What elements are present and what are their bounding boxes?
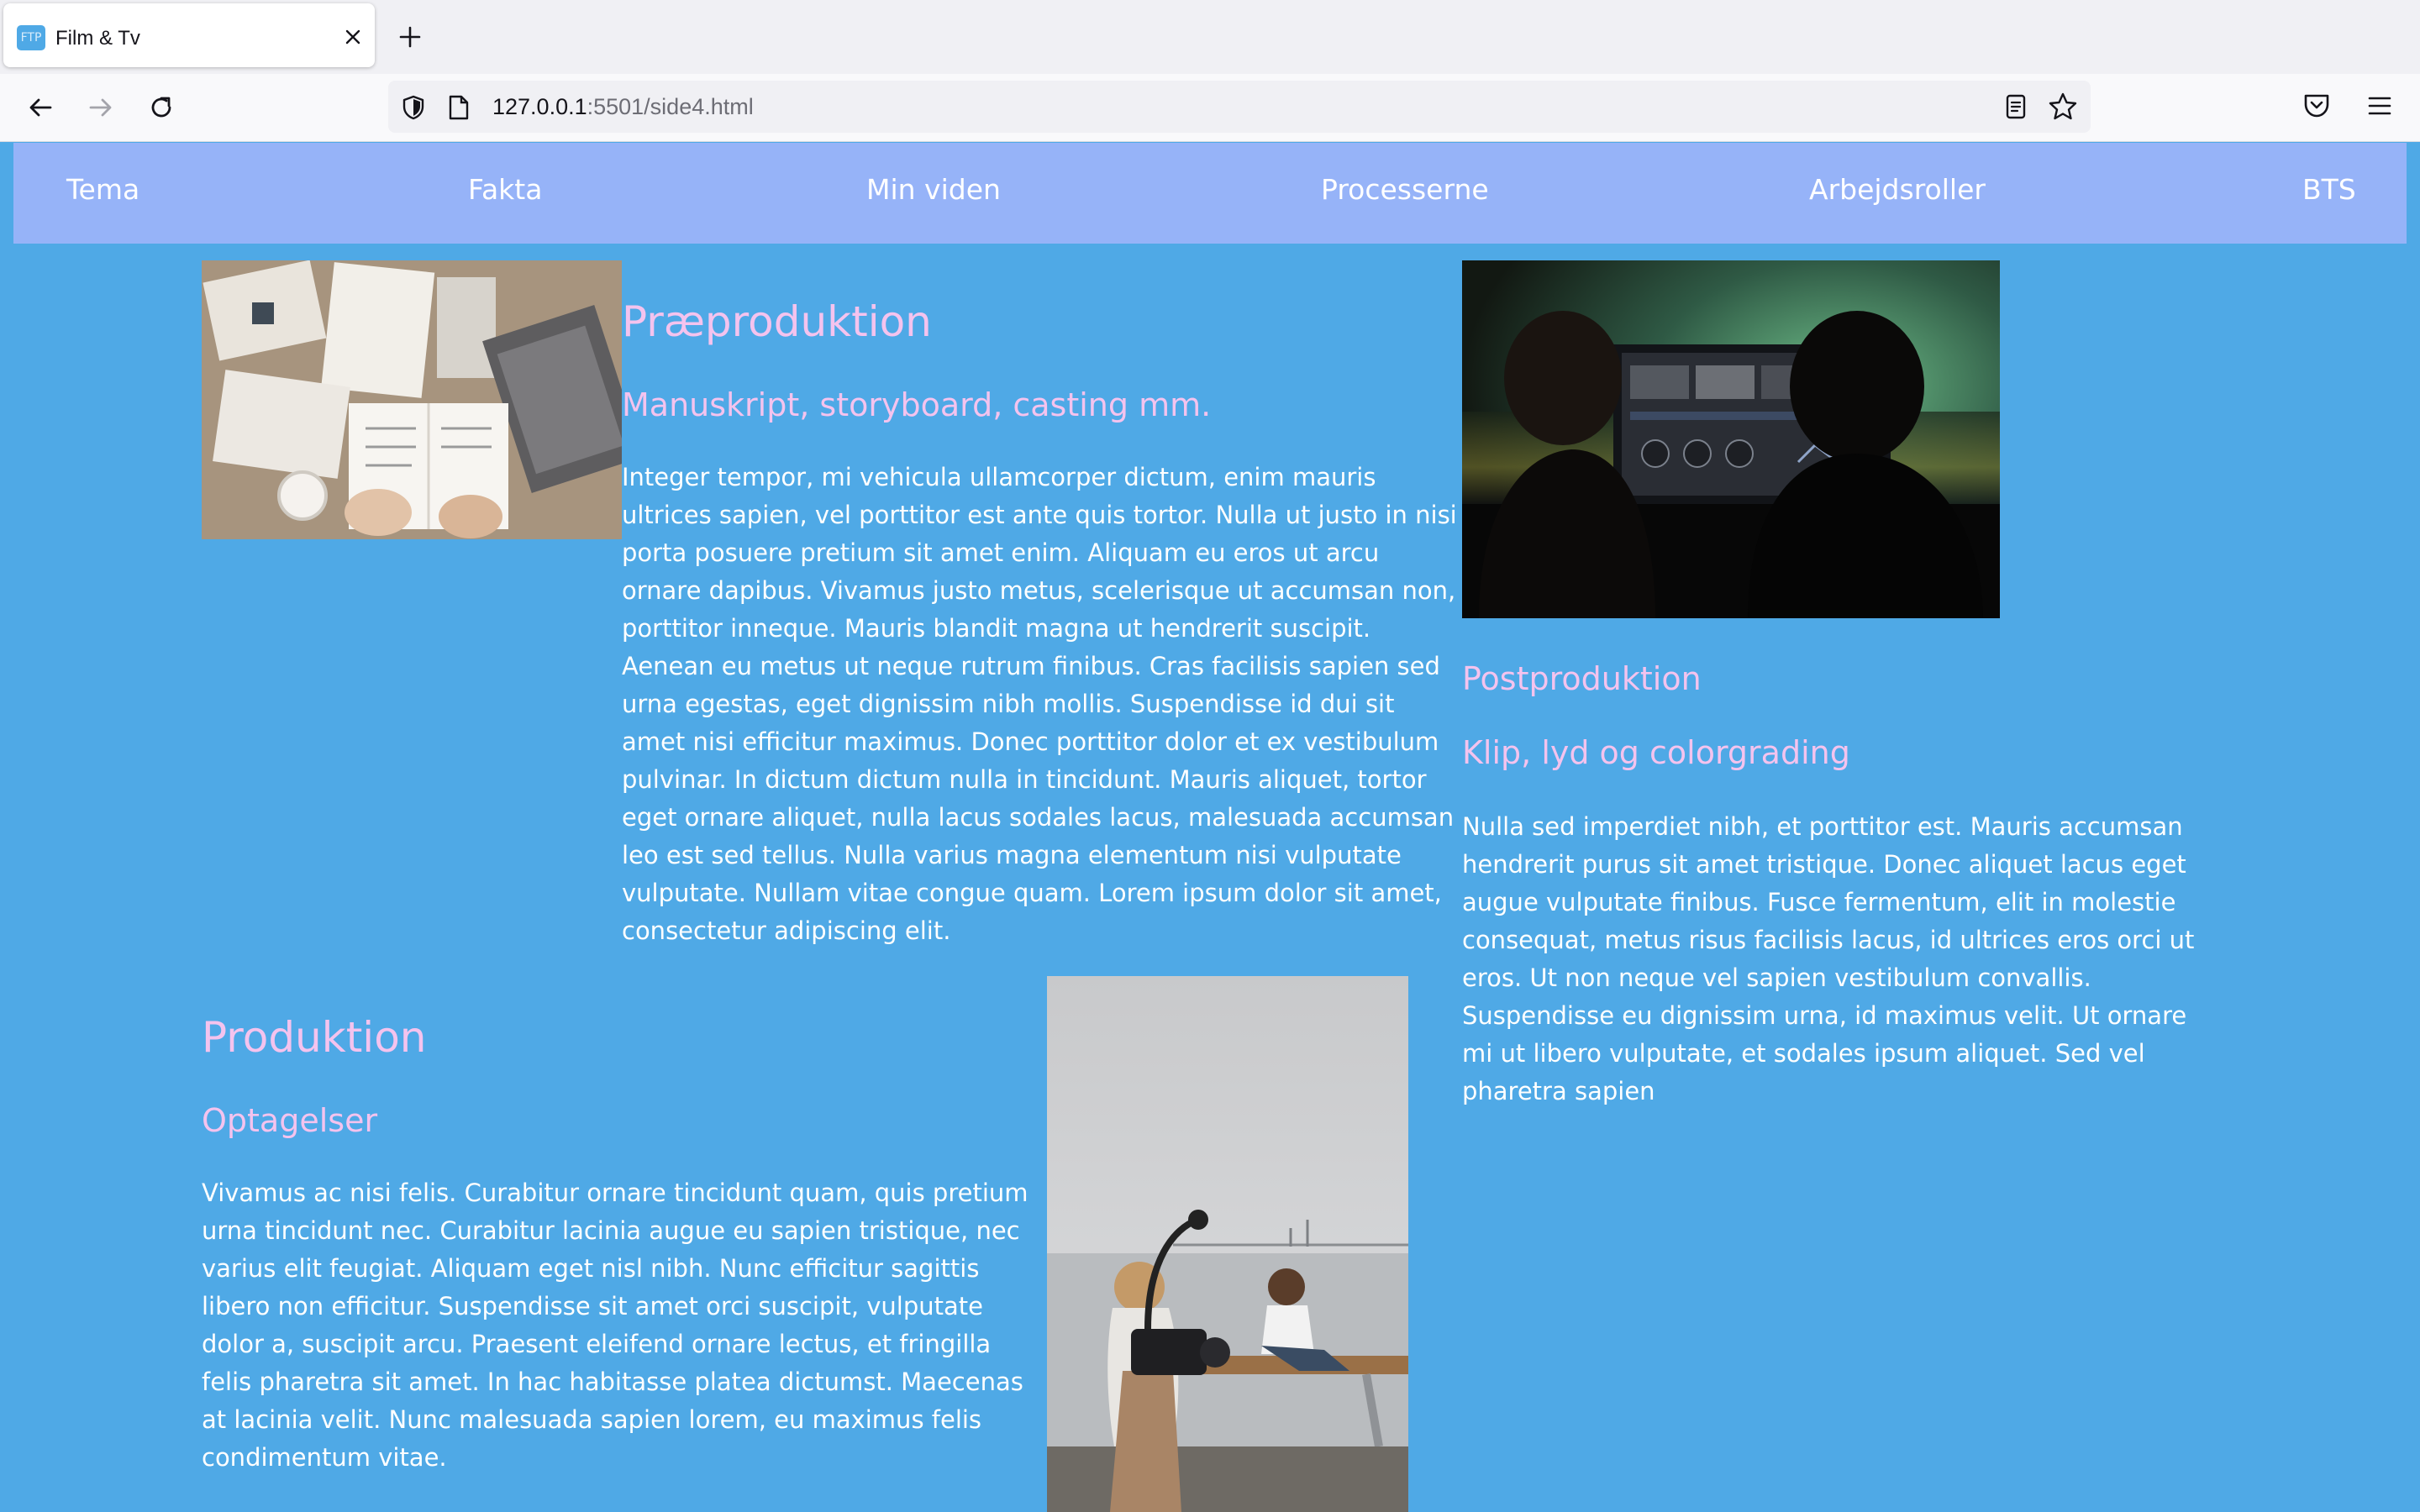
- section-title-production: Produktion: [202, 1013, 427, 1062]
- close-icon[interactable]: [339, 24, 366, 50]
- nav-link-bts[interactable]: BTS: [2302, 173, 2356, 206]
- browser-tab[interactable]: FTP Film & Tv: [3, 3, 375, 67]
- reload-icon[interactable]: [143, 89, 180, 126]
- address-bar[interactable]: 127.0.0.1:5501/side4.html: [388, 81, 2091, 133]
- section-subtitle-postproduction: Klip, lyd og colorgrading: [1462, 734, 1850, 771]
- url-host: 127.0.0.1: [492, 94, 587, 119]
- tab-title: Film & Tv: [55, 27, 140, 50]
- url-path: :5501/side4.html: [587, 94, 754, 119]
- section-text-postproduction: Nulla sed imperdiet nibh, et porttitor e…: [1462, 812, 2195, 1105]
- reader-view-icon[interactable]: [2002, 92, 2030, 121]
- browser-toolbar: 127.0.0.1:5501/side4.html: [0, 74, 2420, 142]
- section-subtitle-preproduction: Manuskript, storyboard, casting mm.: [622, 386, 1212, 423]
- preproduction-image: [202, 260, 622, 539]
- postproduction-image: [1462, 260, 2000, 618]
- nav-link-arbejdsroller[interactable]: Arbejdsroller: [1809, 173, 1986, 206]
- shield-icon[interactable]: [400, 94, 427, 121]
- production-image: [1047, 976, 1408, 1512]
- hamburger-menu-icon[interactable]: [2363, 89, 2396, 123]
- browser-tab-bar: FTP Film & Tv: [0, 0, 2420, 74]
- url-text[interactable]: 127.0.0.1:5501/side4.html: [492, 94, 754, 120]
- section-text-preproduction: Integer tempor, mi vehicula ullamcorper …: [622, 463, 1457, 945]
- nav-link-tema[interactable]: Tema: [66, 173, 139, 206]
- section-title-postproduction: Postproduktion: [1462, 660, 1702, 697]
- page-icon[interactable]: [447, 94, 471, 121]
- nav-link-fakta[interactable]: Fakta: [468, 173, 542, 206]
- nav-link-processerne[interactable]: Processerne: [1321, 173, 1489, 206]
- section-text-production: Vivamus ac nisi felis. Curabitur ornare …: [202, 1179, 1028, 1472]
- new-tab-icon[interactable]: [393, 20, 427, 54]
- back-arrow-icon[interactable]: [22, 89, 59, 126]
- bookmark-star-icon[interactable]: [2047, 91, 2079, 123]
- nav-link-min-viden[interactable]: Min viden: [866, 173, 1001, 206]
- pocket-icon[interactable]: [2301, 89, 2333, 123]
- favicon-icon: FTP: [17, 25, 45, 50]
- site-navigation: Tema Fakta Min viden Processerne Arbejds…: [13, 143, 2407, 244]
- section-subtitle-production: Optagelser: [202, 1102, 378, 1139]
- forward-arrow-icon[interactable]: [82, 89, 119, 126]
- section-title-preproduction: Præproduktion: [622, 297, 932, 346]
